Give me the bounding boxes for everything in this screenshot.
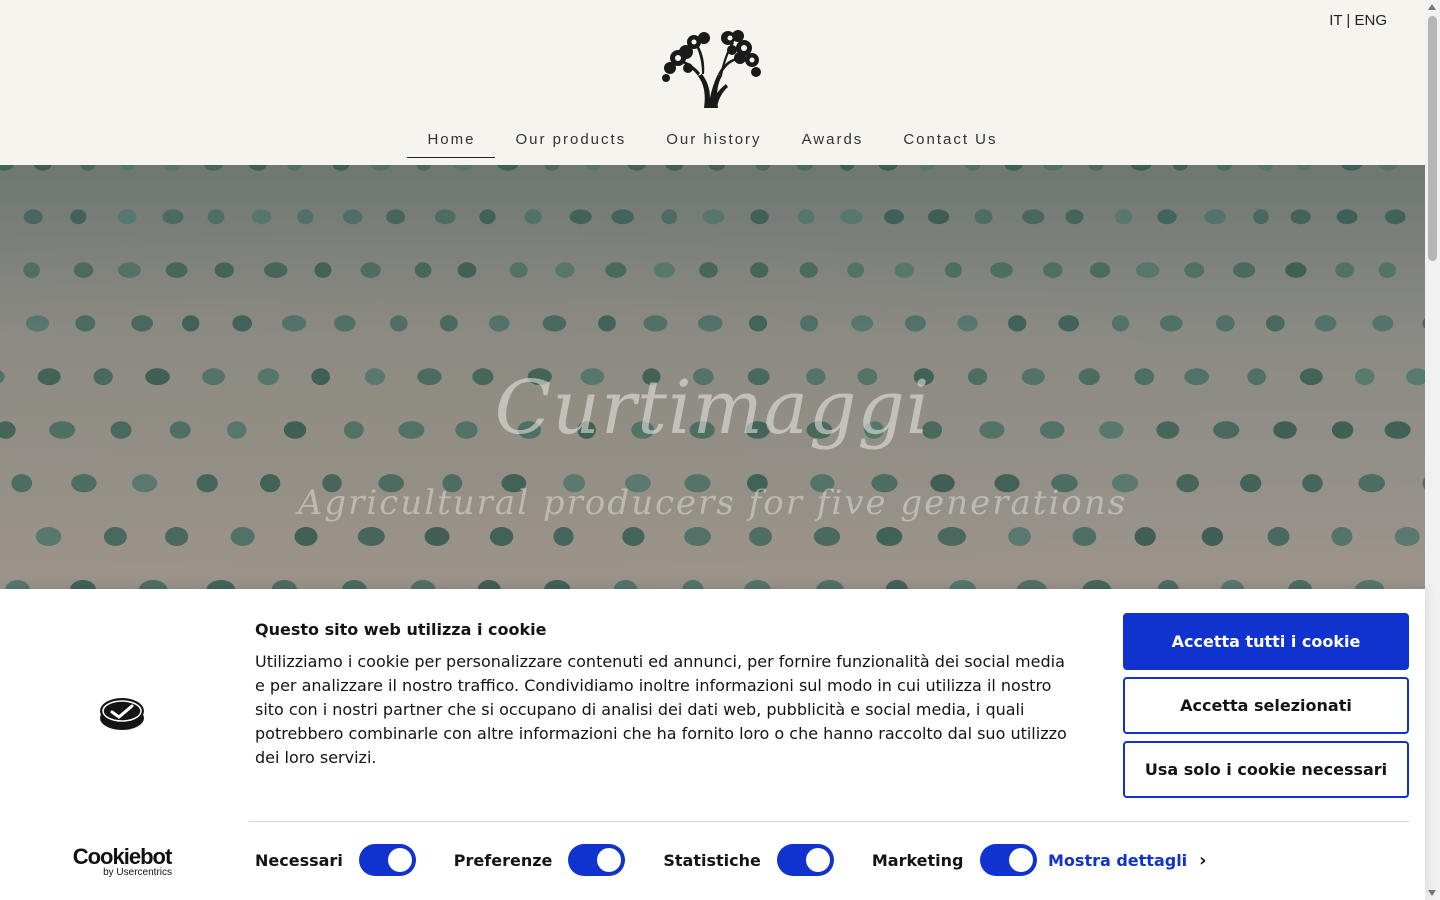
cookie-banner-text: Utilizziamo i cookie per personalizzare … xyxy=(255,652,1067,767)
hero-video: Curtimaggi Agricultural producers for fi… xyxy=(0,165,1425,589)
chevron-right-icon: › xyxy=(1199,850,1207,871)
necessari-switch[interactable] xyxy=(358,844,416,876)
marketing-switch[interactable] xyxy=(979,844,1037,876)
statistiche-switch[interactable] xyxy=(776,844,834,876)
scroll-up-arrow-icon[interactable] xyxy=(1428,4,1436,10)
language-switcher-label[interactable]: IT | ENG xyxy=(1329,12,1387,29)
page-scrollbar[interactable] xyxy=(1425,0,1440,900)
main-nav: Home Our products Our history Awards Con… xyxy=(0,128,1425,158)
site-header: IT | ENG Home Our products Our history A… xyxy=(0,0,1425,165)
switch-knob xyxy=(597,848,622,872)
hero-title: Curtimaggi xyxy=(494,365,931,451)
accept-all-cookies-button[interactable]: Accetta tutti i cookie xyxy=(1123,613,1409,670)
toggle-label: Statistiche xyxy=(663,850,761,870)
scroll-down-arrow-icon[interactable] xyxy=(1428,890,1436,896)
preferenze-switch[interactable] xyxy=(568,844,626,876)
cookiebot-icon xyxy=(100,698,144,730)
show-details-link[interactable]: Mostra dettagli › xyxy=(1048,850,1207,871)
necessary-only-button[interactable]: Usa solo i cookie necessari xyxy=(1123,741,1409,798)
nav-awards[interactable]: Awards xyxy=(782,128,884,158)
cookie-category-toggles: Necessari Preferenze Statistiche Marketi… xyxy=(255,844,1075,876)
toggle-marketing: Marketing xyxy=(872,844,1037,876)
toggle-necessari: Necessari xyxy=(255,844,416,876)
scroll-thumb[interactable] xyxy=(1428,16,1437,261)
switch-knob xyxy=(1008,848,1033,872)
toggle-statistiche: Statistiche xyxy=(663,844,834,876)
switch-knob xyxy=(387,848,412,872)
nav-contact-us[interactable]: Contact Us xyxy=(883,128,1017,158)
cookiebot-brand: Cookiebot by Usercentrics xyxy=(70,844,174,879)
accept-selected-button[interactable]: Accetta selezionati xyxy=(1123,677,1409,734)
cookie-banner-title: Questo sito web utilizza i cookie xyxy=(255,620,547,639)
nav-our-products[interactable]: Our products xyxy=(495,128,646,158)
switch-knob xyxy=(805,848,830,872)
toggle-label: Necessari xyxy=(255,850,343,870)
nav-home[interactable]: Home xyxy=(407,128,496,158)
toggle-label: Marketing xyxy=(871,850,964,870)
nav-our-history[interactable]: Our history xyxy=(646,128,781,158)
cookie-banner-divider xyxy=(249,821,1409,822)
toggle-label: Preferenze xyxy=(453,850,553,870)
cookiebot-brand-name: Cookiebot xyxy=(72,844,173,869)
toggle-preferenze: Preferenze xyxy=(454,844,626,876)
olive-tree-logo-icon[interactable] xyxy=(660,28,766,110)
hero-subtitle: Agricultural producers for five generati… xyxy=(297,483,1128,523)
language-switcher[interactable]: IT | ENG xyxy=(1329,12,1387,29)
show-details-label[interactable]: Mostra dettagli xyxy=(1048,851,1187,870)
